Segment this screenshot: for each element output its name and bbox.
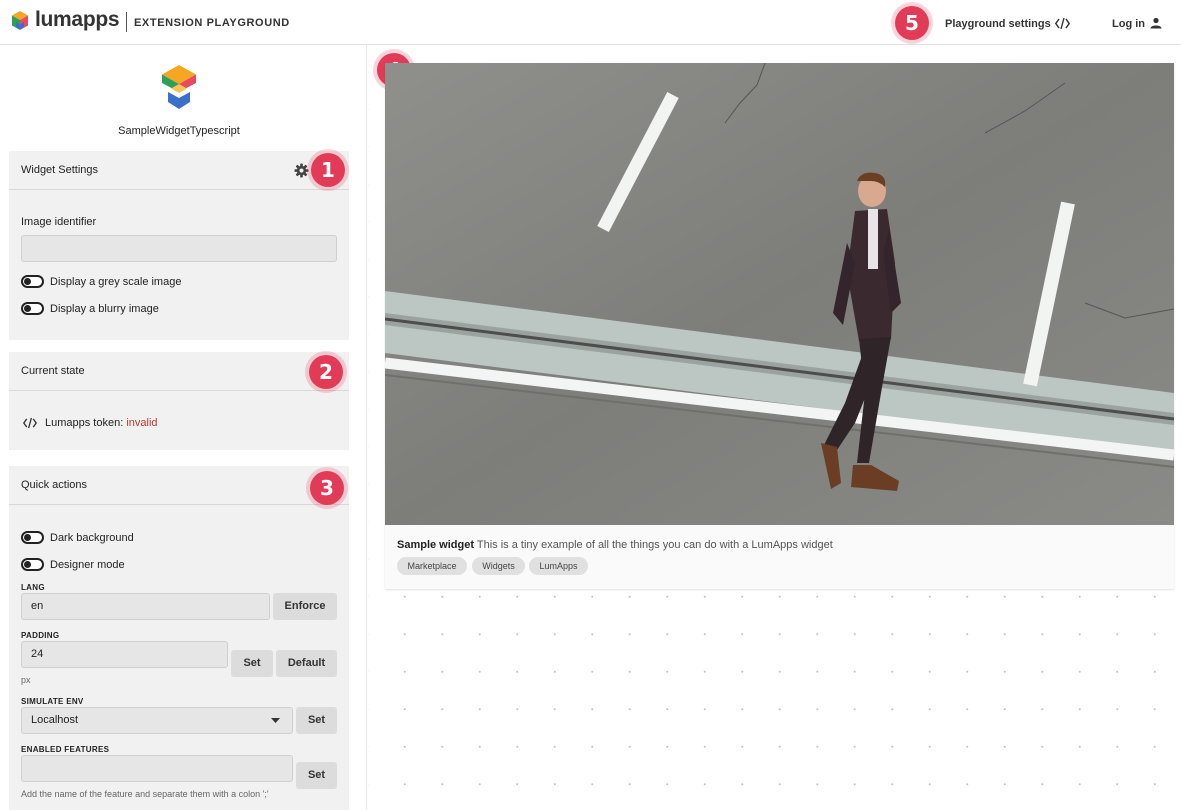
grey-scale-label: Display a grey scale image xyxy=(50,276,182,288)
tag-chip[interactable]: LumApps xyxy=(529,557,588,575)
simulate-env-select[interactable]: Localhost xyxy=(21,707,293,734)
widget-preview-area: 4 xyxy=(368,45,1181,810)
code-icon[interactable] xyxy=(1055,17,1070,30)
designer-mode-toggle[interactable] xyxy=(21,558,44,571)
widget-caption: Sample widget This is a tiny example of … xyxy=(397,539,833,551)
quick-actions-panel: Quick actions 3 Dark background Designer… xyxy=(9,466,349,810)
enforce-button[interactable]: Enforce xyxy=(273,593,337,620)
login-link[interactable]: Log in xyxy=(1112,18,1145,30)
blurry-label: Display a blurry image xyxy=(50,303,159,315)
top-bar: lumapps EXTENSION PLAYGROUND 5 Playgroun… xyxy=(0,0,1181,45)
designer-mode-label: Designer mode xyxy=(50,559,125,571)
widget-title: Sample widget xyxy=(397,539,475,551)
enabled-features-set-button[interactable]: Set xyxy=(296,762,337,789)
code-icon xyxy=(23,417,37,429)
callout-badge-3: 3 xyxy=(310,471,344,505)
gear-icon[interactable] xyxy=(294,163,309,178)
user-icon[interactable] xyxy=(1150,17,1162,29)
simulate-env-label: SIMULATE ENV xyxy=(21,697,84,706)
callout-badge-2: 2 xyxy=(309,355,343,389)
token-value: invalid xyxy=(126,417,158,429)
callout-badge-1: 1 xyxy=(311,153,345,187)
padding-input[interactable]: 24 xyxy=(21,641,228,668)
blurry-toggle[interactable] xyxy=(21,302,44,315)
sidebar: SampleWidgetTypescript Widget Settings 1… xyxy=(0,45,367,810)
image-identifier-input[interactable] xyxy=(21,235,337,262)
dark-background-label: Dark background xyxy=(50,532,134,544)
tag-chip[interactable]: Widgets xyxy=(472,557,525,575)
enabled-features-hint: Add the name of the feature and separate… xyxy=(21,789,269,799)
widget-image xyxy=(385,63,1174,525)
grey-scale-toggle[interactable] xyxy=(21,275,44,288)
enabled-features-input[interactable] xyxy=(21,755,293,782)
widget-settings-panel: Widget Settings 1 Image identifier Displ… xyxy=(9,151,349,340)
widget-settings-header[interactable]: Widget Settings 1 xyxy=(9,151,349,190)
quick-actions-title: Quick actions xyxy=(21,479,88,491)
brand-name[interactable]: lumapps xyxy=(35,8,120,32)
padding-set-button[interactable]: Set xyxy=(231,650,273,677)
widget-description: This is a tiny example of all the things… xyxy=(476,539,833,551)
brand-divider xyxy=(126,12,127,32)
current-state-header[interactable]: Current state 2 xyxy=(9,352,349,391)
sample-widget-card[interactable]: Sample widget This is a tiny example of … xyxy=(385,63,1174,589)
tag-chip[interactable]: Marketplace xyxy=(397,557,467,575)
padding-label: PADDING xyxy=(21,631,60,640)
quick-actions-header[interactable]: Quick actions 3 xyxy=(9,466,349,505)
simulate-env-value: Localhost xyxy=(31,714,79,726)
lumapps-logo-icon[interactable] xyxy=(9,10,31,32)
lang-label: LANG xyxy=(21,583,45,592)
callout-badge-5: 5 xyxy=(895,6,929,40)
app-subtitle: EXTENSION PLAYGROUND xyxy=(134,17,290,29)
current-state-panel: Current state 2 Lumapps token: invalid xyxy=(9,352,349,450)
enabled-features-label: ENABLED FEATURES xyxy=(21,745,110,754)
caret-down-icon xyxy=(271,718,280,723)
simulate-env-set-button[interactable]: Set xyxy=(296,707,337,734)
padding-default-button[interactable]: Default xyxy=(276,650,337,677)
token-label: Lumapps token: xyxy=(45,417,124,429)
widget-settings-title: Widget Settings xyxy=(21,164,99,176)
current-state-title: Current state xyxy=(21,365,85,377)
token-status: Lumapps token: invalid xyxy=(45,417,158,429)
dark-background-toggle[interactable] xyxy=(21,531,44,544)
widget-name: SampleWidgetTypescript xyxy=(118,125,240,137)
widget-logo-icon xyxy=(162,65,196,109)
lang-input[interactable]: en xyxy=(21,593,270,620)
playground-settings-link[interactable]: Playground settings xyxy=(945,18,1051,30)
image-identifier-label: Image identifier xyxy=(21,216,97,228)
padding-unit: px xyxy=(21,675,31,685)
